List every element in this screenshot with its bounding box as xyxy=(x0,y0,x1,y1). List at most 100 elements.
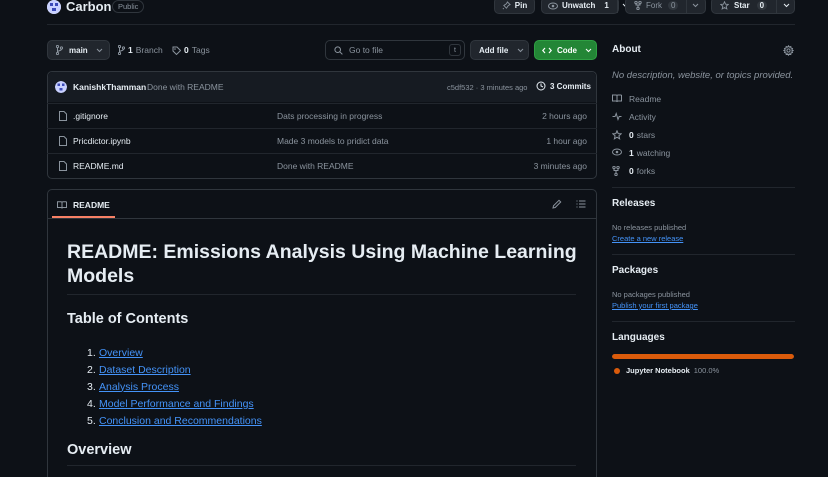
file-icon xyxy=(59,161,67,171)
file-commit-message[interactable]: Dats processing in progress xyxy=(277,111,382,121)
language-legend[interactable]: Jupyter Notebook 100.0% xyxy=(614,366,719,375)
stars-link[interactable]: 0 stars xyxy=(612,130,655,140)
releases-text: No releases published xyxy=(612,223,687,232)
watching-link[interactable]: 1 watching xyxy=(612,148,670,158)
language-bar-track xyxy=(612,354,794,359)
toc-link[interactable]: Dataset Description xyxy=(99,364,191,376)
fork-count: 0 xyxy=(668,1,679,10)
gear-icon[interactable] xyxy=(783,45,794,56)
pin-button[interactable]: Pin xyxy=(494,0,535,14)
toc-item[interactable]: 1. Overview xyxy=(87,344,262,361)
fork-button[interactable]: Fork 0 xyxy=(625,0,706,14)
pulse-icon xyxy=(612,112,622,122)
branch-selector[interactable]: main xyxy=(47,40,110,60)
chevron-down-icon xyxy=(585,48,592,53)
readme-panel xyxy=(47,189,597,477)
readme-tab[interactable]: README xyxy=(52,194,115,218)
chevron-down-icon[interactable] xyxy=(686,0,699,13)
outline-icon[interactable] xyxy=(576,200,586,208)
author-avatar[interactable] xyxy=(55,81,67,93)
eye-icon xyxy=(612,148,622,158)
readme-title-line2: Models xyxy=(67,265,135,287)
about-description: No description, website, or topics provi… xyxy=(612,70,794,81)
file-name[interactable]: .gitignore xyxy=(73,111,108,121)
commit-author[interactable]: KanishkThamman xyxy=(73,82,146,92)
toc-list: 1. Overview 2. Dataset Description 3. Analy… xyxy=(87,344,262,429)
tags-link[interactable]: 0 Tags xyxy=(172,45,210,55)
file-time: 3 minutes ago xyxy=(533,161,587,171)
code-button[interactable]: Code xyxy=(534,40,597,60)
star-icon xyxy=(720,1,729,10)
file-time: 1 hour ago xyxy=(546,136,587,146)
file-commit-message[interactable]: Made 3 models to pridict data xyxy=(277,136,389,146)
pin-icon xyxy=(502,1,511,10)
fork-icon xyxy=(612,166,622,176)
header-divider xyxy=(47,24,795,25)
sidebar-divider xyxy=(612,254,795,255)
publish-package-link[interactable]: Publish your first package xyxy=(612,301,698,310)
create-release-link[interactable]: Create a new release xyxy=(612,234,683,243)
language-percent: 100.0% xyxy=(693,366,720,375)
packages-text: No packages published xyxy=(612,290,690,299)
eye-icon xyxy=(548,2,558,10)
readme-tab-divider xyxy=(48,218,596,219)
toc-link[interactable]: Overview xyxy=(99,347,143,359)
file-row[interactable]: README.md Done with README 3 minutes ago xyxy=(47,153,597,178)
packages-title[interactable]: Packages xyxy=(612,265,658,276)
file-name[interactable]: Pricdictor.ipynb xyxy=(73,136,131,146)
toc-item[interactable]: 5. Conclusion and Recommendations xyxy=(87,412,262,429)
visibility-badge: Public xyxy=(112,0,145,13)
file-name[interactable]: README.md xyxy=(73,161,124,171)
forks-link[interactable]: 0 forks xyxy=(612,166,655,176)
file-row[interactable]: .gitignore Dats processing in progress 2… xyxy=(47,103,597,128)
shortcut-key: t xyxy=(449,44,461,56)
title-divider xyxy=(67,294,576,295)
file-commit-message[interactable]: Done with README xyxy=(277,161,354,171)
readme-title: README: Emissions Analysis Using Machine… xyxy=(67,240,577,288)
file-icon xyxy=(59,111,67,121)
add-file-button[interactable]: Add file xyxy=(470,40,529,60)
commit-hash-time[interactable]: c5df532 · 3 minutes ago xyxy=(447,83,527,92)
releases-title[interactable]: Releases xyxy=(612,198,655,209)
readme-link[interactable]: Readme xyxy=(612,94,661,104)
overview-heading: Overview xyxy=(67,442,132,458)
file-icon xyxy=(59,136,67,146)
language-bar-fill xyxy=(612,354,794,359)
watch-count: 1 xyxy=(604,1,609,10)
toc-item[interactable]: 4. Model Performance and Findings xyxy=(87,395,262,412)
readme-title-line1: README: Emissions Analysis Using Machine… xyxy=(67,241,577,263)
commit-message[interactable]: Done with README xyxy=(147,82,224,92)
file-row[interactable]: Pricdictor.ipynb Made 3 models to pridic… xyxy=(47,128,597,153)
star-count: 0 xyxy=(756,1,768,10)
chevron-down-icon xyxy=(96,48,103,53)
toc-item[interactable]: 3. Analysis Process xyxy=(87,378,262,395)
languages-title: Languages xyxy=(612,332,665,343)
history-icon xyxy=(536,81,546,91)
file-time: 2 hours ago xyxy=(542,111,587,121)
search-icon xyxy=(334,45,343,55)
toc-heading: Table of Contents xyxy=(67,311,189,327)
star-button[interactable]: Star 0 xyxy=(711,0,795,14)
go-to-file-search[interactable]: Go to file t xyxy=(325,40,465,60)
sidebar-divider xyxy=(612,187,795,188)
repo-name[interactable]: Carbon xyxy=(66,0,112,14)
toc-link[interactable]: Conclusion and Recommendations xyxy=(99,415,262,427)
commits-link[interactable]: 3 Commits xyxy=(536,81,591,91)
sidebar-divider xyxy=(612,321,795,322)
branch-icon xyxy=(56,45,63,55)
book-icon xyxy=(612,94,622,104)
search-input[interactable]: Go to file xyxy=(349,45,449,55)
activity-link[interactable]: Activity xyxy=(612,112,656,122)
edit-icon[interactable] xyxy=(552,199,562,209)
about-title: About xyxy=(612,44,641,55)
book-icon xyxy=(57,201,67,209)
branches-link[interactable]: 1 Branch xyxy=(118,45,163,55)
toc-link[interactable]: Analysis Process xyxy=(99,381,179,393)
chevron-down-icon[interactable] xyxy=(776,0,790,13)
unwatch-button[interactable]: Unwatch 1 xyxy=(541,0,629,14)
repo-avatar[interactable] xyxy=(47,0,61,14)
fork-icon xyxy=(634,1,642,10)
overview-divider xyxy=(67,465,576,466)
toc-link[interactable]: Model Performance and Findings xyxy=(99,398,254,410)
toc-item[interactable]: 2. Dataset Description xyxy=(87,361,262,378)
